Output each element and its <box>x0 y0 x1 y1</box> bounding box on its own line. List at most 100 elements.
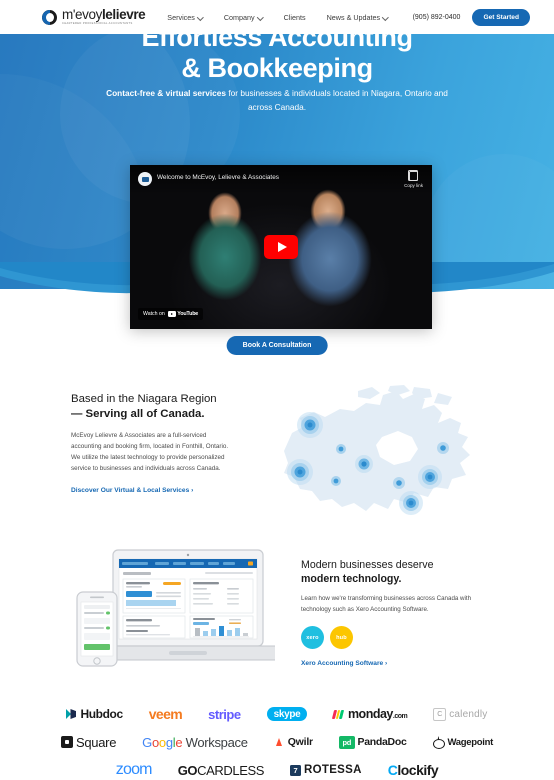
partner-logos: Hubdoc veem stripe skype monday.com C ca… <box>0 700 554 780</box>
hero-title-line2: & Bookkeeping <box>181 52 373 83</box>
logo-rotessa[interactable]: 7 ROTESSA <box>290 764 362 776</box>
chevron-down-icon <box>383 15 388 20</box>
region-heading-line2: — Serving all of Canada. <box>71 408 205 421</box>
region-paragraph: McEvoy Lelievre & Associates are a full-… <box>71 432 229 472</box>
nav-item-clients[interactable]: Clients <box>284 13 306 22</box>
discover-services-link[interactable]: Discover Our Virtual & Local Services › <box>71 487 193 494</box>
site-header: m'evoylelievre CHARTERED PROFESSIONAL AC… <box>0 0 554 34</box>
video-player[interactable]: Welcome to McEvoy, Lelievre & Associates… <box>130 165 432 329</box>
channel-avatar-icon <box>138 172 152 186</box>
qwilr-icon <box>273 736 285 748</box>
logo-tagline: CHARTERED PROFESSIONAL ACCOUNTANTS <box>62 22 133 26</box>
niagara-region-section: Based in the Niagara Region — Serving al… <box>0 380 554 540</box>
chevron-down-icon <box>258 15 263 20</box>
tech-paragraph: Learn how we're transforming businesses … <box>301 595 472 614</box>
copy-link-label: Copy link <box>404 183 423 188</box>
square-icon <box>61 736 73 748</box>
youtube-logo-icon: YouTube <box>167 311 199 317</box>
copy-icon <box>407 170 419 181</box>
logo-name-bold: lelievre <box>101 7 146 23</box>
logo-clockify[interactable]: Clockify <box>387 762 439 778</box>
calendar-icon: C <box>433 707 447 721</box>
pandadoc-icon: pd <box>338 735 355 749</box>
hubdoc-icon <box>66 708 77 720</box>
logo-label: Clockify <box>387 762 439 778</box>
logo-gocardless[interactable]: GOCARDLESS <box>177 762 265 778</box>
partner-logo-row-1: Hubdoc veem stripe skype monday.com C ca… <box>0 700 554 728</box>
wagepoint-icon <box>432 736 446 749</box>
logo-veem[interactable]: veem <box>148 706 183 722</box>
logo-label: Qwilr <box>287 736 313 748</box>
landing-page: m'evoylelievre CHARTERED PROFESSIONAL AC… <box>0 0 554 780</box>
logo-label: PandaDoc <box>357 736 407 748</box>
logo-label: ROTESSA <box>304 764 362 776</box>
laptop-and-phone-mockup <box>76 549 275 667</box>
modern-technology-section: Modern businesses deserve modern technol… <box>0 548 554 683</box>
logo-label: GOCARDLESS <box>177 762 265 778</box>
monday-bars-icon <box>332 709 345 719</box>
logo-zoom[interactable]: zoom <box>115 761 153 779</box>
logo-pandadoc[interactable]: pd PandaDoc <box>338 735 407 749</box>
xero-software-link[interactable]: Xero Accounting Software › <box>301 660 387 667</box>
logo-monday[interactable]: monday.com <box>332 707 408 721</box>
nav-item-company[interactable]: Company <box>224 13 263 22</box>
xero-badge-icon[interactable]: xero <box>301 626 324 650</box>
logo-name: m'evoylelievre <box>62 7 146 23</box>
site-logo[interactable]: m'evoylelievre CHARTERED PROFESSIONAL AC… <box>42 7 146 26</box>
logo-label: Wagepoint <box>447 736 493 748</box>
nav-item-news-updates[interactable]: News & Updates <box>327 13 389 22</box>
watch-on-label: Watch on <box>143 311 165 317</box>
logo-skype[interactable]: skype <box>266 707 308 721</box>
tech-badges: xero hub <box>301 626 481 650</box>
region-text-block: Based in the Niagara Region — Serving al… <box>71 392 236 497</box>
partner-logo-row-2: Square Google Workspace Qwilr pd PandaDo… <box>0 728 554 756</box>
logo-calendly[interactable]: C calendly <box>433 707 488 721</box>
logo-hubdoc[interactable]: Hubdoc <box>66 707 123 721</box>
logo-label: Hubdoc <box>80 707 123 721</box>
logo-stripe[interactable]: stripe <box>208 706 241 722</box>
get-started-button[interactable]: Get Started <box>472 8 530 26</box>
logo-label: calendly <box>449 708 488 720</box>
logo-suffix: .com <box>392 713 408 720</box>
rotessa-icon: 7 <box>290 764 302 776</box>
logo-square[interactable]: Square <box>61 735 116 750</box>
logo-google-workspace[interactable]: Google Workspace <box>142 735 248 750</box>
logo-label: Google Workspace <box>142 734 248 750</box>
hero-subtitle-bold: Contact-free & virtual services <box>106 88 227 98</box>
region-heading: Based in the Niagara Region — Serving al… <box>71 392 236 422</box>
logo-qwilr[interactable]: Qwilr <box>273 736 313 748</box>
partner-logo-row-3: zoom GOCARDLESS 7 ROTESSA Clockify <box>0 756 554 780</box>
book-consultation-button[interactable]: Book A Consultation <box>226 336 328 355</box>
nav-label: Company <box>223 12 255 22</box>
logo-wagepoint[interactable]: Wagepoint <box>432 736 493 749</box>
chevron-down-icon <box>198 15 203 20</box>
logo-label: monday.com <box>347 707 408 721</box>
logo-text: m'evoylelievre CHARTERED PROFESSIONAL AC… <box>62 7 146 26</box>
logo-label: Square <box>76 734 117 750</box>
copy-link-button[interactable]: Copy link <box>404 170 423 188</box>
youtube-wordmark: YouTube <box>177 311 199 317</box>
watch-on-youtube-button[interactable]: Watch on YouTube <box>138 308 204 320</box>
hero-subtitle-rest: for businesses & individuals located in … <box>226 88 448 112</box>
region-heading-line1: Based in the Niagara Region <box>71 393 217 405</box>
canada-map <box>284 385 470 515</box>
logo-name-light: m'evoy <box>62 7 102 23</box>
video-title: Welcome to McEvoy, Lelievre & Associates <box>157 174 279 181</box>
youtube-play-icon[interactable] <box>264 235 298 259</box>
hero-subtitle: Contact-free & virtual services for busi… <box>97 87 457 114</box>
nav-label: Services <box>167 12 195 22</box>
logo-label: veem <box>148 706 183 722</box>
tech-heading-line1: Modern businesses deserve <box>301 559 434 571</box>
primary-nav: Services Company Clients News & Updates <box>167 13 388 22</box>
tech-heading-line2: modern technology. <box>301 573 402 586</box>
nav-label: Clients <box>283 12 306 22</box>
youtube-play-box-icon <box>167 311 176 317</box>
circle-split-icon <box>42 9 57 25</box>
header-actions: (905) 892-0400 Get Started <box>413 8 530 26</box>
nav-label: News & Updates <box>326 12 381 22</box>
hubdoc-badge-icon[interactable]: hub <box>330 626 353 650</box>
logo-label: stripe <box>208 706 241 722</box>
logo-label: zoom <box>115 761 153 778</box>
nav-item-services[interactable]: Services <box>167 13 203 22</box>
phone-number[interactable]: (905) 892-0400 <box>413 14 461 21</box>
